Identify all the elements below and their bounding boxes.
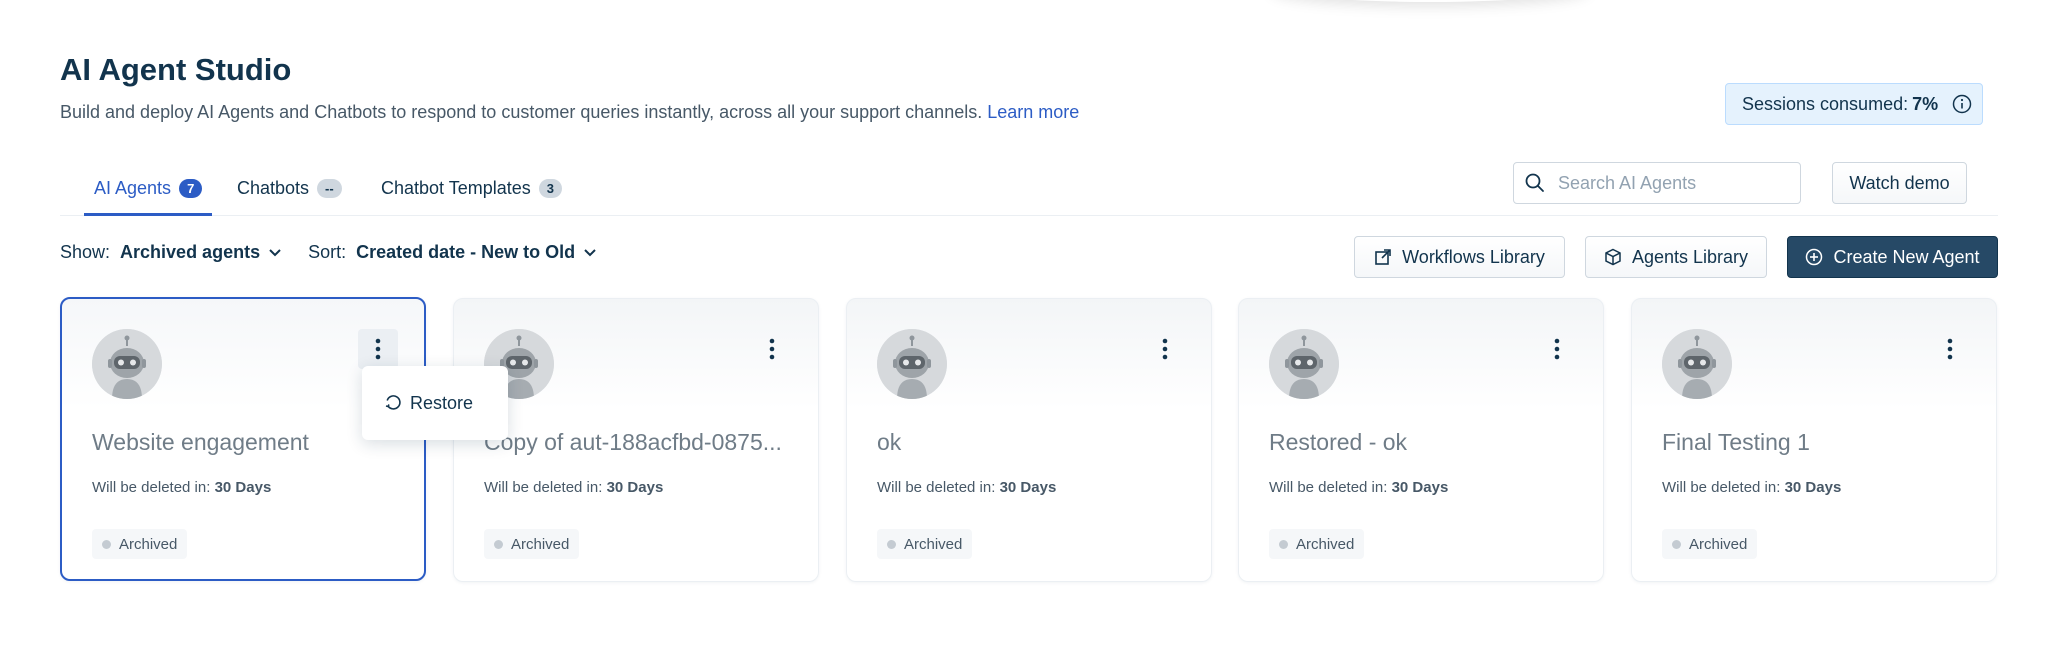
tab-chatbot-templates[interactable]: Chatbot Templates 3 (381, 160, 562, 216)
deletion-info: Will be deleted in: 30 Days (1269, 479, 1448, 496)
agent-name: Final Testing 1 (1662, 429, 1810, 455)
more-options-icon[interactable] (1930, 329, 1970, 369)
status-label: Archived (1296, 535, 1355, 553)
deletion-info: Will be deleted in: 30 Days (1662, 479, 1841, 496)
deletion-label: Will be deleted in: (1662, 479, 1781, 496)
deletion-value: 30 Days (606, 479, 664, 496)
create-new-agent-label: Create New Agent (1833, 246, 1980, 267)
robot-avatar-icon (1269, 329, 1339, 399)
agent-name: Copy of aut-188acfbd-0875... (484, 429, 782, 455)
sort-value: Created date - New to Old (356, 242, 576, 262)
agent-card[interactable]: Copy of aut-188acfbd-0875... Will be del… (453, 298, 819, 582)
tab-chatbots[interactable]: Chatbots -- (237, 160, 342, 216)
info-icon[interactable] (1952, 94, 1972, 114)
page-title: AI Agent Studio (60, 52, 292, 87)
search-box (1513, 162, 1801, 204)
robot-avatar-icon (1662, 329, 1732, 399)
restore-icon (385, 395, 401, 410)
status-dot (1672, 539, 1681, 549)
page-description: Build and deploy AI Agents and Chatbots … (60, 102, 983, 122)
deletion-info: Will be deleted in: 30 Days (877, 479, 1056, 496)
tab-label: Chatbot Templates (381, 177, 531, 198)
status-badge: Archived (877, 529, 973, 559)
watch-demo-button[interactable]: Watch demo (1832, 162, 1967, 204)
deletion-value: 30 Days (214, 479, 272, 496)
sessions-value: 7% (1912, 93, 1939, 114)
learn-more-link[interactable]: Learn more (987, 102, 1079, 122)
restore-menu-item[interactable]: Restore (362, 366, 508, 440)
search-icon (1525, 173, 1544, 192)
deletion-value: 30 Days (1784, 479, 1842, 496)
sort-dropdown[interactable]: Created date - New to Old (356, 242, 597, 263)
status-label: Archived (904, 535, 963, 553)
status-dot (102, 539, 111, 549)
search-input[interactable] (1558, 172, 1788, 194)
tab-ai-agents[interactable]: AI Agents 7 (83, 160, 213, 216)
deletion-label: Will be deleted in: (877, 479, 996, 496)
agent-card[interactable]: Final Testing 1 Will be deleted in: 30 D… (1631, 298, 1997, 582)
tab-count-badge: 3 (538, 178, 562, 198)
filter-bar: Show: Archived agents Sort: Created date… (60, 242, 597, 263)
floating-panel-shadow (1270, 0, 1590, 2)
deletion-label: Will be deleted in: (1269, 479, 1388, 496)
deletion-label: Will be deleted in: (92, 479, 211, 496)
chevron-down-icon (584, 248, 596, 256)
agents-library-label: Agents Library (1631, 246, 1749, 267)
page-subtitle: Build and deploy AI Agents and Chatbots … (60, 102, 1079, 123)
sort-label: Sort: (308, 242, 347, 262)
status-dot (494, 539, 503, 549)
workflows-library-button[interactable]: Workflows Library (1354, 236, 1565, 278)
more-options-icon[interactable] (1537, 329, 1577, 369)
tab-label: AI Agents (94, 177, 172, 198)
tab-count-badge: 7 (179, 178, 203, 198)
show-dropdown[interactable]: Archived agents (120, 242, 282, 263)
deletion-value: 30 Days (1391, 479, 1449, 496)
more-options-icon[interactable] (752, 329, 792, 369)
status-label: Archived (1689, 535, 1748, 553)
show-value: Archived agents (120, 242, 261, 262)
agent-card[interactable]: Restored - ok Will be deleted in: 30 Day… (1238, 298, 1604, 582)
status-dot (1279, 539, 1288, 549)
agent-card[interactable]: ok Will be deleted in: 30 Days Archived (846, 298, 1212, 582)
status-dot (887, 539, 896, 549)
agents-library-button[interactable]: Agents Library (1585, 236, 1767, 278)
more-options-icon[interactable] (1145, 329, 1185, 369)
agent-name: ok (877, 429, 902, 455)
restore-label: Restore (410, 392, 474, 413)
chevron-down-icon (269, 248, 281, 256)
sessions-consumed-badge: Sessions consumed: 7% (1725, 83, 1983, 125)
deletion-info: Will be deleted in: 30 Days (92, 479, 271, 496)
external-link-icon (1375, 249, 1391, 265)
deletion-label: Will be deleted in: (484, 479, 603, 496)
plus-circle-icon (1806, 248, 1823, 266)
more-options-icon[interactable] (358, 329, 398, 369)
status-label: Archived (119, 535, 178, 553)
status-badge: Archived (1662, 529, 1758, 559)
show-label: Show: (60, 242, 111, 262)
sessions-label: Sessions consumed: (1742, 93, 1909, 114)
robot-avatar-icon (877, 329, 947, 399)
status-label: Archived (511, 535, 570, 553)
status-badge: Archived (484, 529, 580, 559)
tab-label: Chatbots (237, 177, 310, 198)
status-badge: Archived (1269, 529, 1365, 559)
cube-icon (1605, 248, 1621, 266)
status-badge: Archived (92, 529, 188, 559)
workflows-library-label: Workflows Library (1402, 246, 1545, 267)
robot-avatar-icon (92, 329, 162, 399)
deletion-value: 30 Days (999, 479, 1057, 496)
create-new-agent-button[interactable]: Create New Agent (1787, 236, 1998, 278)
tab-count-badge: -- (317, 178, 342, 198)
deletion-info: Will be deleted in: 30 Days (484, 479, 663, 496)
agent-name: Restored - ok (1269, 429, 1408, 455)
